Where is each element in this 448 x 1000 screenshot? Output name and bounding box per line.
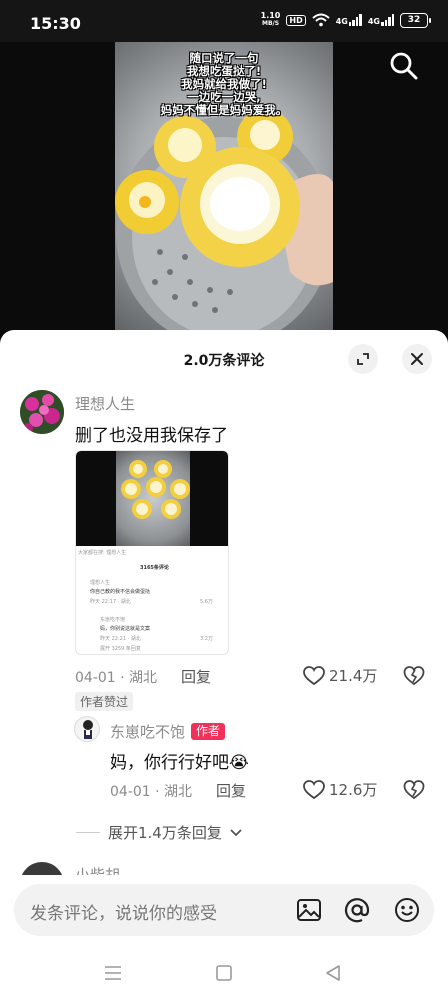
like-button[interactable]: 21.4万 bbox=[303, 665, 377, 686]
shot-expand: 展开 3259 条回复 bbox=[100, 646, 141, 652]
shot-title: 3165条评论 bbox=[140, 565, 169, 571]
dislike-icon[interactable] bbox=[403, 665, 425, 687]
reply-meta: 04-01 · 湖北 bbox=[110, 781, 192, 801]
status-time: 15:30 bbox=[30, 14, 81, 33]
at-mention-icon[interactable] bbox=[344, 897, 370, 923]
wifi-icon bbox=[312, 13, 330, 27]
expand-button[interactable] bbox=[348, 344, 378, 374]
reply-username-row: 东崽吃不饱 作者 bbox=[110, 721, 226, 742]
shot-search-hint: 大家都在搜: 理想人生 bbox=[78, 550, 127, 556]
like-button[interactable]: 12.6万 bbox=[303, 779, 377, 800]
status-icons: 1.10 MB/S HD 4G 4G 32 bbox=[261, 12, 431, 28]
network-speed: 1.10 MB/S bbox=[261, 12, 281, 28]
comment-image-video bbox=[76, 451, 228, 546]
avatar[interactable] bbox=[74, 716, 100, 742]
video-frame[interactable]: 随口说了一句 我想吃蛋挞了! 我妈就给我做了! 一边吃一边哭, 妈妈不懂但是妈妈… bbox=[115, 42, 333, 342]
shot-like-b: 3.2万 bbox=[200, 636, 213, 642]
signal-icon-1: 4G bbox=[336, 14, 362, 26]
back-icon[interactable] bbox=[322, 962, 344, 984]
comment-image[interactable]: 大家都在搜: 理想人生 3165条评论 理想人生 你自己教的我不信会做蛋挞 昨天… bbox=[75, 450, 229, 655]
video-player[interactable]: 随口说了一句 我想吃蛋挞了! 我妈就给我做了! 一边吃一边哭, 妈妈不懂但是妈妈… bbox=[0, 42, 448, 342]
close-button[interactable] bbox=[402, 344, 432, 374]
comment-input[interactable]: 发条评论，说说你的感受 bbox=[14, 884, 434, 936]
shot-comment-text: 你自己教的我不信会做蛋挞 bbox=[90, 589, 151, 595]
avatar-flowers-image bbox=[20, 390, 64, 434]
shot-like-a: 5.6万 bbox=[200, 599, 213, 605]
expand-divider bbox=[76, 832, 100, 833]
network-speed-unit: MB/S bbox=[261, 20, 280, 27]
comment-meta: 04-01 · 湖北 bbox=[75, 667, 157, 687]
shot-reply-user: 东崽吃不饱 bbox=[100, 617, 126, 623]
reply-date-location: 04-01 · 湖北 bbox=[110, 784, 193, 800]
image-icon[interactable] bbox=[296, 897, 322, 923]
menu-icon[interactable] bbox=[102, 962, 124, 984]
comments-header: 2.0万条评论 bbox=[0, 344, 448, 374]
shot-comment-meta: 昨天 22:17 · 湖北 bbox=[90, 599, 131, 605]
comment-username[interactable]: 理想人生 bbox=[75, 393, 135, 414]
like-count: 21.4万 bbox=[329, 667, 378, 685]
expand-replies-button[interactable]: 展开1.4万条回复 bbox=[76, 822, 242, 843]
hd-icon: HD bbox=[286, 14, 306, 26]
signal-2-label: 4G bbox=[367, 17, 380, 26]
status-bar: 15:30 1.10 MB/S HD 4G 4G 32 bbox=[0, 0, 448, 42]
comment-text: 删了也没用我保存了 bbox=[75, 426, 228, 446]
signal-icon-2: 4G bbox=[368, 14, 394, 26]
close-icon bbox=[411, 353, 423, 365]
avatar[interactable] bbox=[20, 390, 64, 434]
reply-text: 妈，你行行好吧😭 bbox=[110, 753, 249, 773]
expand-icon bbox=[357, 353, 369, 365]
like-count: 12.6万 bbox=[329, 781, 378, 799]
heart-icon bbox=[303, 665, 325, 685]
caption-line: 妈妈不懂但是妈妈爱我。 bbox=[160, 103, 288, 117]
author-tag: 作者 bbox=[191, 723, 226, 740]
battery-icon: 32 bbox=[400, 12, 431, 28]
comments-sheet: 2.0万条评论 理想人生 删了也没用我保存了 大家都在搜: 理想人生 3165条… bbox=[0, 330, 448, 1000]
reply-username[interactable]: 东崽吃不饱 bbox=[110, 723, 185, 741]
chevron-down-icon bbox=[230, 828, 242, 836]
comment-date-location: 04-01 · 湖北 bbox=[75, 670, 158, 686]
comments-count-title: 2.0万条评论 bbox=[183, 353, 265, 369]
signal-1-label: 4G bbox=[335, 17, 348, 26]
video-caption: 随口说了一句 我想吃蛋挞了! 我妈就给我做了! 一边吃一边哭, 妈妈不懂但是妈妈… bbox=[115, 52, 333, 117]
reply-button[interactable]: 回复 bbox=[181, 666, 211, 687]
system-navigation-bar bbox=[0, 950, 448, 1000]
avatar-cartoon-image bbox=[83, 720, 93, 739]
shot-reply-text: 妈，你别说这就是文案 bbox=[100, 626, 151, 632]
dislike-icon[interactable] bbox=[403, 779, 425, 801]
network-speed-value: 1.10 bbox=[260, 11, 281, 20]
comment-input-placeholder: 发条评论，说说你的感受 bbox=[30, 904, 217, 924]
home-icon[interactable] bbox=[213, 962, 235, 984]
author-liked-badge: 作者赞过 bbox=[75, 692, 134, 711]
expand-replies-label: 展开1.4万条回复 bbox=[108, 824, 222, 842]
heart-icon bbox=[303, 779, 325, 799]
shot-comment-user: 理想人生 bbox=[90, 580, 111, 586]
search-icon[interactable] bbox=[388, 50, 420, 82]
emoji-icon[interactable] bbox=[394, 897, 420, 923]
reply-button[interactable]: 回复 bbox=[216, 780, 246, 801]
shot-reply-meta: 昨天 22:21 · 湖北 bbox=[100, 636, 141, 642]
